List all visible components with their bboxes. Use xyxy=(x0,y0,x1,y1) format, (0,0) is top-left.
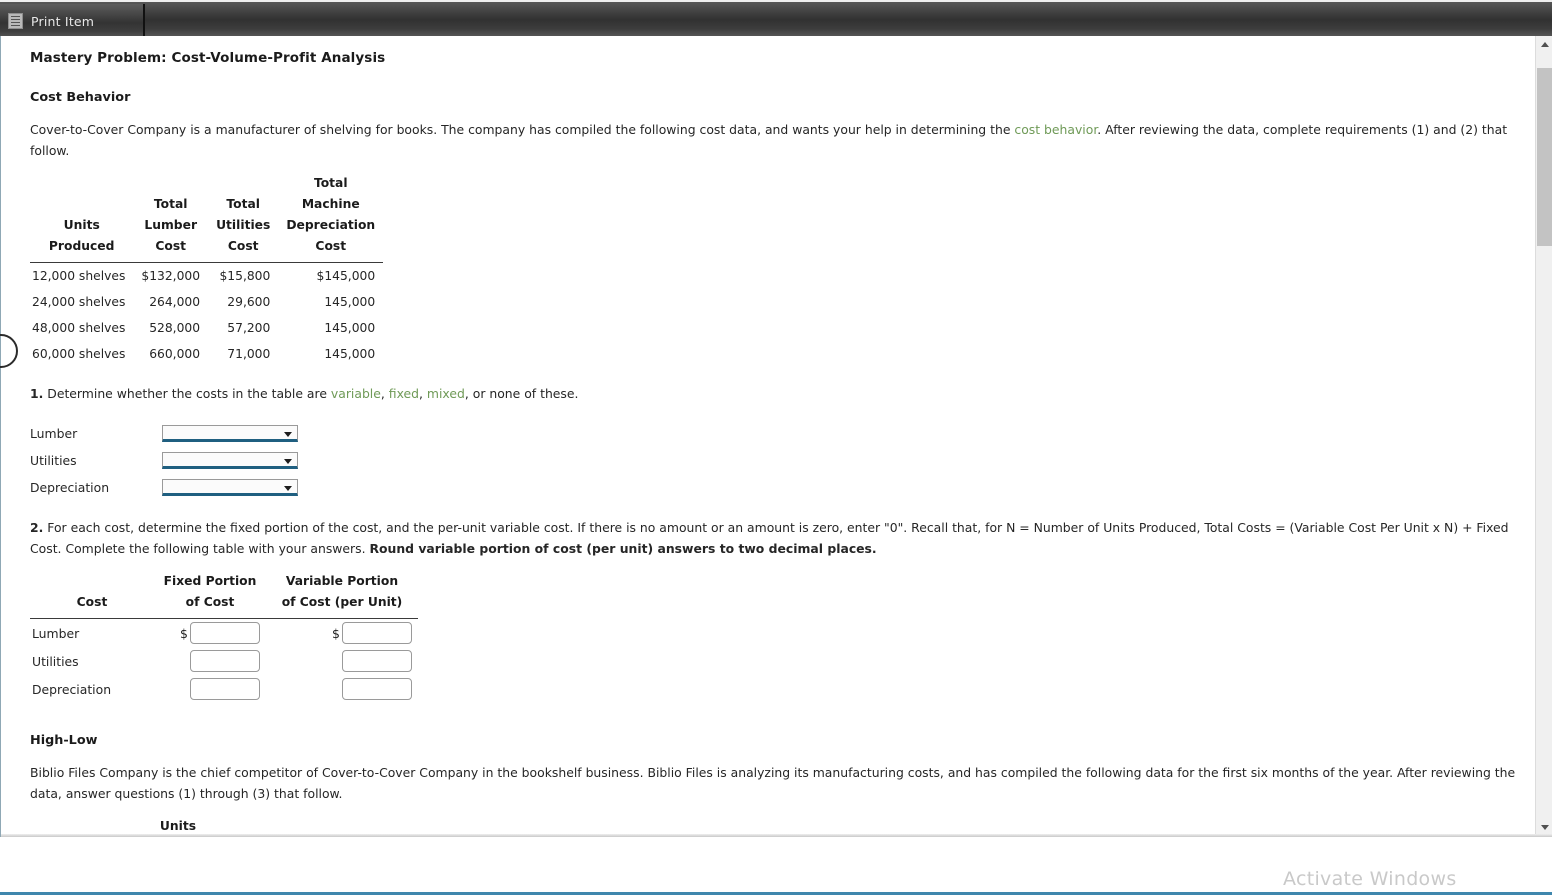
cell-units: 24,000 shelves xyxy=(32,295,126,309)
dropdown-label-depreciation: Depreciation xyxy=(30,480,110,495)
answer-row-label-lumber: Lumber xyxy=(32,625,80,641)
table-row: 24,000 shelves 264,000 29,600 145,000 xyxy=(30,289,383,315)
dollar-sign: $ xyxy=(332,625,340,641)
answer-cell-fixed-depreciation: $ xyxy=(154,675,266,703)
variable-link[interactable]: variable xyxy=(331,386,381,401)
input-variable-utilities[interactable] xyxy=(342,650,412,672)
dollar-sign: $ xyxy=(180,625,188,641)
col-header-total-lumber-cost: Total Lumber Cost xyxy=(133,173,209,263)
table-row: 60,000 shelves 660,000 71,000 145,000 xyxy=(30,341,383,367)
table-row: 12,000 shelves $132,000 $15,800 $145,000 xyxy=(30,263,383,290)
table-row: Lumber $ $ xyxy=(30,619,418,648)
tab-print-item-label: Print Item xyxy=(31,13,95,29)
top-toolbar: Print Item xyxy=(0,0,1552,38)
cell-utilities: $15,800 xyxy=(219,269,271,283)
question-1-answers: Lumber Utilities Depreciation xyxy=(30,420,1519,501)
page-title: Mastery Problem: Cost-Volume-Profit Anal… xyxy=(30,50,386,66)
dropdown-utilities[interactable] xyxy=(162,452,298,469)
question-2-answer-table: Cost Fixed Portion of Cost Variable Port… xyxy=(30,571,418,703)
table-row: 48,000 shelves 528,000 57,200 145,000 xyxy=(30,315,383,341)
answer-row-label-utilities: Utilities xyxy=(32,653,79,669)
high-low-intro: Biblio Files Company is the chief compet… xyxy=(30,762,1519,804)
answer-cell-fixed-utilities: $ xyxy=(154,647,266,675)
activate-windows-watermark: Activate Windows xyxy=(1283,868,1457,890)
dropdown-label-lumber: Lumber xyxy=(30,426,78,441)
input-fixed-utilities[interactable] xyxy=(190,650,260,672)
dropdown-depreciation[interactable] xyxy=(162,479,298,496)
intro-text-part1: Cover-to-Cover Company is a manufacturer… xyxy=(30,122,1015,137)
sep-1: , xyxy=(380,386,389,401)
cell-utilities: 71,000 xyxy=(227,347,271,361)
scroll-up-button[interactable] xyxy=(1536,36,1552,53)
answer-cell-fixed-lumber: $ xyxy=(154,619,266,648)
cell-units: 48,000 shelves xyxy=(32,321,126,335)
dropdown-label-utilities: Utilities xyxy=(30,453,77,468)
fixed-link[interactable]: fixed xyxy=(389,386,419,401)
high-low-data-table: Units Produced Total Cost January 4,360u… xyxy=(30,816,322,835)
question-2-prompt: 2. For each cost, determine the fixed po… xyxy=(30,517,1519,559)
question-2-text-line2-plain: Complete the following table with your a… xyxy=(65,541,370,556)
cell-depreciation: 145,000 xyxy=(324,347,376,361)
high-low-intro-line2: answer questions (1) through (3) that fo… xyxy=(65,786,343,801)
dropdown-lumber[interactable] xyxy=(162,425,298,442)
answer-row-label-depreciation: Depreciation xyxy=(32,681,112,697)
col-header-total-utilities-cost: Total Utilities Cost xyxy=(208,173,279,263)
mixed-link[interactable]: mixed xyxy=(427,386,465,401)
cell-utilities: 57,200 xyxy=(227,321,271,335)
input-variable-depreciation[interactable] xyxy=(342,678,412,700)
scroll-down-arrow-icon xyxy=(1540,825,1549,830)
cell-depreciation: 145,000 xyxy=(324,295,376,309)
cost-behavior-link[interactable]: cost behavior xyxy=(1014,122,1097,137)
cell-lumber: 660,000 xyxy=(149,347,201,361)
cell-units: 12,000 shelves xyxy=(32,269,126,283)
col-header-total-machine-depreciation-cost: Total Machine Depreciation Cost xyxy=(278,173,384,263)
dropdown-row-utilities: Utilities xyxy=(30,447,1519,474)
col-header-cost: Cost xyxy=(30,571,154,619)
input-fixed-depreciation[interactable] xyxy=(190,678,260,700)
question-2-text-line2-bold: Round variable portion of cost (per unit… xyxy=(369,541,877,556)
dropdown-row-lumber: Lumber xyxy=(30,420,1519,447)
section-heading-high-low: High-Low xyxy=(30,733,98,748)
col-header-variable-portion: Variable Portion of Cost (per Unit) xyxy=(266,571,418,619)
cell-depreciation: 145,000 xyxy=(324,321,376,335)
answer-cell-variable-utilities: $ xyxy=(266,647,418,675)
input-fixed-lumber[interactable] xyxy=(190,622,260,644)
col-header-total-cost: Total Cost xyxy=(234,816,322,835)
table-row: Utilities $ $ xyxy=(30,647,418,675)
col-header-fixed-portion: Fixed Portion of Cost xyxy=(154,571,266,619)
answer-cell-variable-lumber: $ xyxy=(266,619,418,648)
col-header-units-produced: Units Produced xyxy=(30,173,134,263)
col-header-month xyxy=(30,816,122,835)
cell-depreciation: $145,000 xyxy=(316,269,376,283)
pane-left-border xyxy=(0,36,1,895)
dropdown-row-depreciation: Depreciation xyxy=(30,474,1519,501)
cost-behavior-intro: Cover-to-Cover Company is a manufacturer… xyxy=(30,119,1519,161)
table-row: Depreciation $ $ xyxy=(30,675,418,703)
question-1-text-after: , or none of these. xyxy=(464,386,579,401)
scrollbar-thumb[interactable] xyxy=(1537,68,1552,246)
cell-lumber: 264,000 xyxy=(149,295,201,309)
document-icon xyxy=(8,13,23,29)
question-1-text-before: Determine whether the costs in the table… xyxy=(43,386,331,401)
tab-print-item[interactable]: Print Item xyxy=(0,4,145,38)
document-pane: Mastery Problem: Cost-Volume-Profit Anal… xyxy=(0,36,1552,836)
cell-lumber: 528,000 xyxy=(149,321,201,335)
cell-utilities: 29,600 xyxy=(227,295,271,309)
section-heading-cost-behavior: Cost Behavior xyxy=(30,90,131,105)
document-content: Mastery Problem: Cost-Volume-Profit Anal… xyxy=(0,36,1535,835)
answer-cell-variable-depreciation: $ xyxy=(266,675,418,703)
question-1-number: 1. xyxy=(30,386,44,401)
input-variable-lumber[interactable] xyxy=(342,622,412,644)
cell-units: 60,000 shelves xyxy=(32,347,126,361)
question-2-number: 2. xyxy=(30,520,44,535)
scroll-up-arrow-icon xyxy=(1540,42,1549,47)
question-1-prompt: 1. Determine whether the costs in the ta… xyxy=(30,383,1519,404)
vertical-scrollbar[interactable] xyxy=(1535,36,1552,836)
cost-data-table: Units Produced Total Lumber Cost Total U… xyxy=(30,173,384,367)
cell-lumber: $132,000 xyxy=(141,269,201,283)
sep-2: , xyxy=(419,386,427,401)
col-header-units-produced: Units Produced xyxy=(122,816,234,835)
